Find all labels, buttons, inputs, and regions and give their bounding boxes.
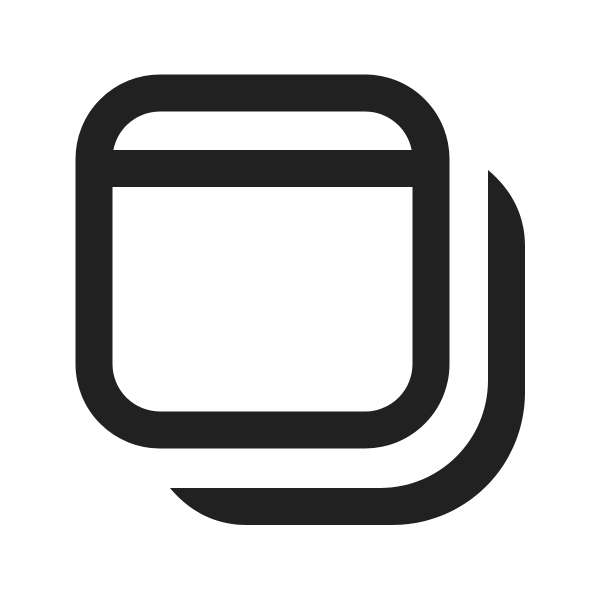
- front-window-titlebar-line: [94, 150, 431, 187]
- window-multiple-icon: [75, 74, 525, 525]
- front-window-frame: [75, 74, 450, 449]
- icon-canvas: [0, 0, 600, 600]
- back-window-shape: [170, 170, 525, 525]
